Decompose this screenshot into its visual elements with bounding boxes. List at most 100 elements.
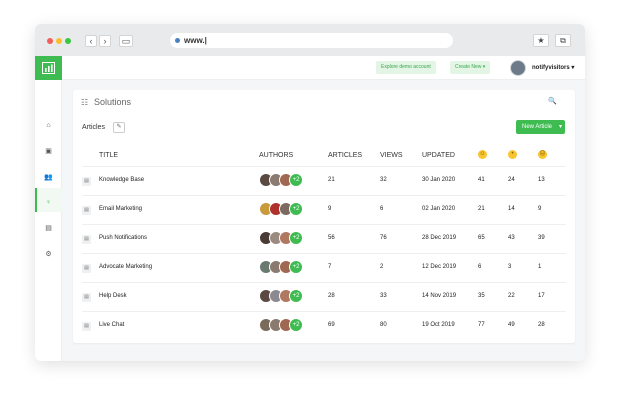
explore-demo-button[interactable]: Explore demo account (376, 61, 436, 74)
row-sad-count: 17 (538, 293, 545, 299)
more-authors-badge: +2 (289, 289, 303, 303)
author-avatars[interactable]: +2 (259, 231, 309, 245)
row-articles: 28 (328, 293, 335, 299)
neutral-face-icon[interactable]: • (508, 150, 517, 159)
sidebar: ⌂ ▣ 👥 ♀ ▤ ⚙ ⠿ (35, 80, 62, 361)
sad-face-icon[interactable]: ☹ (538, 150, 547, 159)
column-header-title[interactable]: TITLE (99, 152, 118, 159)
file-icon: ▤ (82, 293, 91, 302)
gear-icon[interactable]: ⚙ (44, 250, 53, 259)
row-articles: 7 (328, 264, 332, 270)
table-row[interactable]: ▤ Knowledge Base +2 21 32 30 Jan 2020 41 24 13 (82, 166, 566, 195)
app-header: Explore demo account Create New ▾ notify… (35, 56, 585, 80)
row-neutral-count: 24 (508, 177, 515, 183)
row-updated: 02 Jan 2020 (422, 206, 456, 212)
row-neutral-count: 22 (508, 293, 515, 299)
more-authors-badge: +2 (289, 202, 303, 216)
chart-logo-icon (42, 62, 55, 74)
star-icon[interactable]: ★ (533, 34, 549, 47)
row-updated: 19 Oct 2019 (422, 322, 455, 328)
author-avatars[interactable]: +2 (259, 173, 309, 187)
window-icon[interactable]: ⧉ (555, 34, 571, 47)
create-new-button[interactable]: Create New ▾ (450, 61, 491, 74)
row-title[interactable]: Email Marketing (99, 206, 142, 212)
chevron-left-icon[interactable]: ‹ (85, 35, 97, 47)
contacts-icon[interactable]: ▣ (44, 147, 53, 156)
row-views: 32 (380, 177, 387, 183)
row-title[interactable]: Advocate Marketing (99, 264, 152, 270)
author-avatars[interactable]: +2 (259, 202, 309, 216)
row-articles: 69 (328, 322, 335, 328)
row-updated: 30 Jan 2020 (422, 177, 456, 183)
row-sad-count: 1 (538, 264, 542, 270)
row-title[interactable]: Help Desk (99, 293, 127, 299)
column-header-views[interactable]: VIEWS (380, 152, 403, 159)
row-neutral-count: 49 (508, 322, 515, 328)
pencil-icon[interactable]: ✎ (113, 122, 125, 133)
file-icon: ▤ (82, 264, 91, 273)
users-icon[interactable]: 👥 (44, 173, 53, 182)
section-label: Articles (82, 124, 105, 131)
document-icon[interactable]: ▤ (44, 224, 53, 233)
lightbulb-icon[interactable]: ♀ (44, 198, 53, 207)
table-row[interactable]: ▤ Live Chat +2 69 80 19 Oct 2019 77 49 28 (82, 311, 566, 340)
row-happy-count: 41 (478, 177, 485, 183)
row-updated: 12 Dec 2019 (422, 264, 457, 270)
home-icon[interactable]: ⌂ (44, 121, 53, 130)
row-happy-count: 21 (478, 206, 485, 212)
row-title[interactable]: Live Chat (99, 322, 124, 328)
row-articles: 56 (328, 235, 335, 241)
table-row[interactable]: ▤ Advocate Marketing +2 7 2 12 Dec 2019 6 3 1 (82, 253, 566, 282)
table-row[interactable]: ▤ Push Notifications +2 56 76 28 Dec 2019 65 43… (82, 224, 566, 253)
sidebar-icon[interactable]: ▭ (119, 35, 133, 47)
row-sad-count: 39 (538, 235, 545, 241)
url-bar[interactable]: www.| (170, 33, 453, 48)
app-logo[interactable] (35, 56, 62, 80)
row-happy-count: 6 (478, 264, 482, 270)
happy-face-icon[interactable]: ☺ (478, 150, 487, 159)
chevron-right-icon[interactable]: › (99, 35, 111, 47)
sliders-icon: ☷ (81, 98, 89, 107)
author-avatars[interactable]: +2 (259, 260, 309, 274)
row-happy-count: 77 (478, 322, 485, 328)
browser-titlebar: ‹ › ▭ www.| ★ ⧉ (35, 24, 585, 56)
column-header-updated[interactable]: UPDATED (422, 152, 455, 159)
row-views: 76 (380, 235, 387, 241)
user-menu[interactable]: notifyvisitors ▾ (532, 64, 574, 71)
author-avatars[interactable]: +2 (259, 289, 309, 303)
search-icon[interactable]: 🔍 (548, 97, 557, 105)
column-header-articles[interactable]: ARTICLES (328, 152, 362, 159)
row-neutral-count: 43 (508, 235, 515, 241)
row-sad-count: 9 (538, 206, 542, 212)
row-articles: 21 (328, 177, 335, 183)
column-header-authors[interactable]: AUTHORS (259, 152, 293, 159)
close-window-dot[interactable] (47, 38, 53, 44)
row-views: 2 (380, 264, 384, 270)
more-authors-badge: +2 (289, 260, 303, 274)
username: notifyvisitors (532, 65, 570, 71)
row-views: 6 (380, 206, 384, 212)
new-article-label: New Article (522, 124, 553, 130)
author-avatars[interactable]: +2 (259, 318, 309, 332)
avatar[interactable] (510, 60, 526, 76)
url-text: www.| (184, 36, 207, 45)
chevron-down-icon[interactable]: ▾ (559, 120, 562, 134)
row-articles: 9 (328, 206, 332, 212)
table-row[interactable]: ▤ Email Marketing +2 9 6 02 Jan 2020 21 14 9 (82, 195, 566, 224)
file-icon: ▤ (82, 235, 91, 244)
table-row[interactable]: ▤ Help Desk +2 28 33 14 Nov 2019 35 22 17 (82, 282, 566, 311)
more-authors-badge: +2 (289, 231, 303, 245)
minimize-window-dot[interactable] (56, 38, 62, 44)
file-icon: ▤ (82, 322, 91, 331)
row-sad-count: 28 (538, 322, 545, 328)
row-title[interactable]: Knowledge Base (99, 177, 144, 183)
maximize-window-dot[interactable] (65, 38, 71, 44)
row-neutral-count: 3 (508, 264, 512, 270)
new-article-button[interactable]: New Article ▾ (516, 120, 565, 134)
more-authors-badge: +2 (289, 173, 303, 187)
row-neutral-count: 14 (508, 206, 515, 212)
file-icon: ▤ (82, 206, 91, 215)
row-views: 33 (380, 293, 387, 299)
row-title[interactable]: Push Notifications (99, 235, 147, 241)
solutions-card: ☷ Solutions 🔍 Articles ✎ New Article ▾ T… (73, 90, 575, 343)
